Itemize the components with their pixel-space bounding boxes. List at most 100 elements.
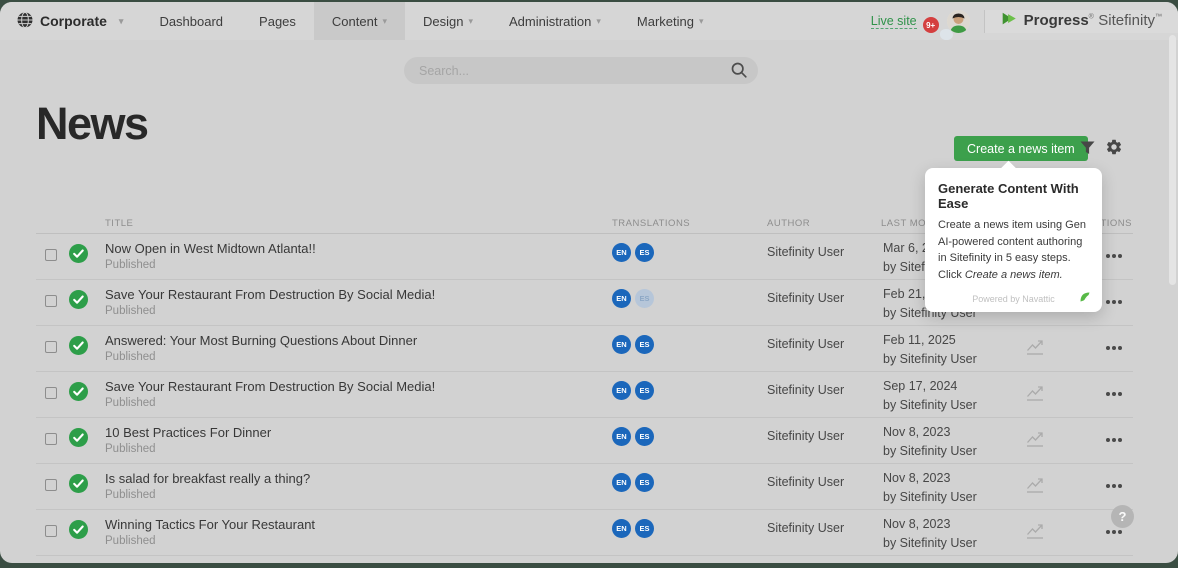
table-row: Answered: Your Most Burning Questions Ab… <box>36 326 1133 372</box>
analytics-chart-icon[interactable] <box>1026 339 1044 360</box>
vertical-scrollbar[interactable] <box>1169 35 1176 285</box>
nav-label: Content <box>332 14 378 29</box>
notification-count-badge: 9+ <box>923 17 939 33</box>
nav-item-dashboard[interactable]: Dashboard <box>141 2 241 40</box>
chevron-down-icon <box>382 16 387 27</box>
row-actions-button[interactable] <box>1106 392 1122 396</box>
nav-item-pages[interactable]: Pages <box>241 2 314 40</box>
modified-date: Feb 11, 2025 <box>883 331 977 350</box>
topbar-right: Live site 9+ <box>871 2 1178 40</box>
translation-badge-en[interactable]: EN <box>612 427 631 446</box>
row-actions-button[interactable] <box>1106 530 1122 534</box>
nav-item-content[interactable]: Content <box>314 2 405 40</box>
nav-item-marketing[interactable]: Marketing <box>619 2 722 40</box>
last-modified-cell: Nov 8, 2023 by Sitefinity User <box>883 515 977 554</box>
row-actions-button[interactable] <box>1106 254 1122 258</box>
site-switcher-label: Corporate <box>40 13 107 29</box>
author-cell: Sitefinity User <box>767 429 844 443</box>
title-cell: Now Open in West Midtown Atlanta!! Publi… <box>105 241 316 271</box>
brand-name-mark: ® <box>1089 14 1094 21</box>
last-modified-cell: Sep 17, 2024 by Sitefinity User <box>883 377 977 416</box>
translation-badge-es[interactable]: ES <box>635 473 654 492</box>
translations-cell: ENES <box>612 289 654 308</box>
author-cell: Sitefinity User <box>767 475 844 489</box>
header-author: AUTHOR <box>767 218 810 229</box>
last-modified-cell: Nov 8, 2023 by Sitefinity User <box>883 469 977 508</box>
translation-badge-en[interactable]: EN <box>612 335 631 354</box>
table-row: 10 Best Practices For Dinner Published E… <box>36 418 1133 464</box>
news-item-status: Published <box>105 351 417 363</box>
translation-badge-en[interactable]: EN <box>612 243 631 262</box>
filter-icon[interactable] <box>1080 141 1095 160</box>
search-icon[interactable] <box>731 62 747 83</box>
translation-badge-en[interactable]: EN <box>612 289 631 308</box>
gear-icon[interactable] <box>1105 138 1123 161</box>
published-status-icon <box>69 428 88 452</box>
news-item-title[interactable]: Now Open in West Midtown Atlanta!! <box>105 241 316 256</box>
row-actions-button[interactable] <box>1106 346 1122 350</box>
chevron-down-icon <box>699 16 704 27</box>
news-item-title[interactable]: Is salad for breakfast really a thing? <box>105 471 310 486</box>
analytics-chart-icon[interactable] <box>1026 385 1044 406</box>
published-status-icon <box>69 474 88 498</box>
translation-badge-en[interactable]: EN <box>612 381 631 400</box>
row-checkbox[interactable] <box>45 525 57 537</box>
news-item-status: Published <box>105 443 271 455</box>
row-checkbox[interactable] <box>45 433 57 445</box>
row-checkbox[interactable] <box>45 249 57 261</box>
nav-item-administration[interactable]: Administration <box>491 2 619 40</box>
translation-badge-en[interactable]: EN <box>612 473 631 492</box>
translation-badge-es[interactable]: ES <box>635 335 654 354</box>
analytics-chart-icon[interactable] <box>1026 431 1044 452</box>
ellipsis-icon <box>1106 254 1122 258</box>
modified-date: Nov 8, 2023 <box>883 469 977 488</box>
translation-badge-es[interactable]: ES <box>635 427 654 446</box>
nav-item-design[interactable]: Design <box>405 2 491 40</box>
published-status-icon <box>69 290 88 314</box>
row-checkbox[interactable] <box>45 295 57 307</box>
title-cell: Is salad for breakfast really a thing? P… <box>105 471 310 501</box>
news-item-title[interactable]: Answered: Your Most Burning Questions Ab… <box>105 333 417 348</box>
title-cell: 10 Best Practices For Dinner Published <box>105 425 271 455</box>
title-cell: Winning Tactics For Your Restaurant Publ… <box>105 517 315 547</box>
translation-badge-es[interactable]: ES <box>635 381 654 400</box>
translation-badge-en[interactable]: EN <box>612 519 631 538</box>
row-actions-button[interactable] <box>1106 484 1122 488</box>
live-site-link[interactable]: Live site <box>871 14 917 29</box>
news-item-status: Published <box>105 305 435 317</box>
row-checkbox[interactable] <box>45 341 57 353</box>
translation-badge-es[interactable]: ES <box>635 243 654 262</box>
analytics-chart-icon[interactable] <box>1026 523 1044 544</box>
table-row: Is salad for breakfast really a thing? P… <box>36 464 1133 510</box>
news-item-title[interactable]: Save Your Restaurant From Destruction By… <box>105 287 435 302</box>
brand-product-mark: ™ <box>1155 14 1162 21</box>
globe-icon <box>17 12 33 31</box>
navattic-logo-icon <box>1079 291 1091 305</box>
analytics-chart-icon[interactable] <box>1026 477 1044 498</box>
author-cell: Sitefinity User <box>767 245 844 259</box>
author-cell: Sitefinity User <box>767 291 844 305</box>
news-item-title[interactable]: Winning Tactics For Your Restaurant <box>105 517 315 532</box>
popup-footer-text: Powered by Navattic <box>972 294 1055 304</box>
translations-cell: ENES <box>612 243 654 262</box>
news-item-title[interactable]: Save Your Restaurant From Destruction By… <box>105 379 435 394</box>
nav-label: Administration <box>509 14 591 29</box>
translation-badge-es[interactable]: ES <box>635 519 654 538</box>
create-news-item-button[interactable]: Create a news item <box>954 136 1088 161</box>
row-actions-button[interactable] <box>1106 300 1122 304</box>
help-button[interactable]: ? <box>1111 505 1134 528</box>
news-item-title[interactable]: 10 Best Practices For Dinner <box>105 425 271 440</box>
nav-label: Design <box>423 14 463 29</box>
ellipsis-icon <box>1106 392 1122 396</box>
row-checkbox[interactable] <box>45 479 57 491</box>
table-row: Winning Tactics For Your Restaurant Publ… <box>36 510 1133 556</box>
nav-label: Pages <box>259 14 296 29</box>
title-cell: Answered: Your Most Burning Questions Ab… <box>105 333 417 363</box>
search-input[interactable] <box>404 57 758 84</box>
row-actions-button[interactable] <box>1106 438 1122 442</box>
ellipsis-icon <box>1106 484 1122 488</box>
row-checkbox[interactable] <box>45 387 57 399</box>
translation-badge-es[interactable]: ES <box>635 289 654 308</box>
site-switcher[interactable]: Corporate <box>0 2 141 40</box>
brand-product: Sitefinity <box>1098 12 1155 29</box>
